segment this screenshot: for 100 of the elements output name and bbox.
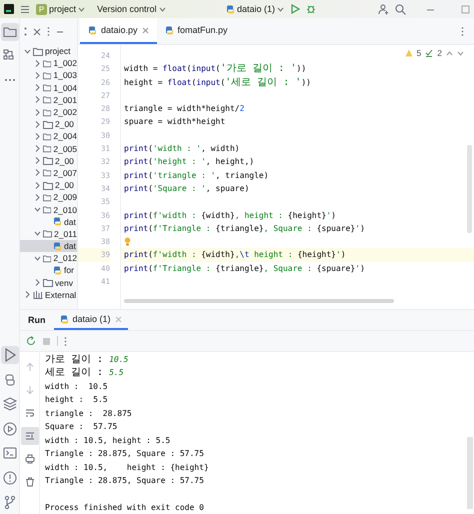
folder-icon [43,278,53,288]
code-line: triangle = width*height/2 [123,103,246,116]
editor-tab[interactable]: dataio.py [80,18,157,44]
chevron-down-icon[interactable] [34,205,41,214]
exit-message: Process finished with exit code 0 [45,502,205,514]
tree-item[interactable]: 2_002 [20,106,77,118]
bug-icon[interactable] [306,4,316,14]
chevron-right-icon[interactable] [34,156,41,166]
output-line: Square : 57.75 [45,421,118,434]
chevron-right-icon[interactable] [34,144,41,154]
tree-item[interactable]: 2_00 [20,154,77,167]
chevron-down-icon[interactable] [457,50,464,56]
editor-tab[interactable]: fomatFun.py [156,18,236,44]
python-file-icon [53,266,62,275]
scrollbar[interactable] [124,299,394,303]
chevron-right-icon[interactable] [34,83,41,92]
tree-item[interactable]: 2_005 [20,142,77,155]
chevron-up-icon[interactable] [446,50,453,56]
chevron-right-icon[interactable] [34,95,41,104]
run-config-selector[interactable]: dataio (1) [226,4,284,14]
collapse-icon[interactable] [33,28,41,36]
check-count[interactable]: 2 [437,48,442,58]
chevron-right-icon[interactable] [34,168,41,178]
tree-item[interactable]: 1_003 [20,69,77,82]
rerun-icon[interactable] [26,336,36,346]
code-line: height = float(input('세로 길이 : ')) [123,76,312,89]
options-icon[interactable] [47,27,50,36]
python-file-icon [53,242,62,251]
tree-item[interactable]: 1_004 [20,82,77,94]
code-line: print('triangle : ', triangle) [123,170,270,182]
tree-item[interactable]: 2_009 [20,191,77,204]
tree-item[interactable]: project [20,45,77,58]
tree-item[interactable]: venv [20,276,77,289]
chevron-down-icon[interactable] [34,229,41,238]
folder-icon [43,229,52,238]
chevron-right-icon[interactable] [34,58,41,68]
chevron-right-icon[interactable] [34,132,41,141]
scroll-end-icon[interactable] [20,427,38,445]
code-line: width = float(input('가로 길이 : ')) [123,62,308,76]
code-line: print(f'width : {width}, height : {height}') [123,210,337,222]
menu-icon[interactable] [20,4,30,14]
output-line: Triangle : 28.875, Square : 57.75 [45,474,205,487]
folder-icon[interactable] [0,23,18,41]
output-line: height : 5.5 [45,394,109,406]
app-logo-icon [4,4,14,14]
run-icon[interactable] [290,4,300,14]
output-line: 세로 길이 : 5.5 [45,366,125,380]
tree-item[interactable]: 2_010 [20,203,77,216]
library-icon [33,290,43,300]
tree-item[interactable]: 2_00 [20,118,77,130]
scrollbar[interactable] [467,145,472,233]
vcs-selector[interactable]: Version control [97,4,166,14]
output-line: width : 10.5, height : {height} [45,462,210,474]
run-icon[interactable] [0,346,18,364]
python-file-icon [53,217,62,226]
tree-item[interactable]: 2_012 [20,252,77,264]
panel-title: Run [28,315,46,325]
tree-item[interactable]: dat [20,240,77,252]
scrollbar[interactable] [467,437,473,509]
tree-item[interactable]: dat [20,216,77,228]
python-icon [226,4,235,14]
output-line: Triangle : 28.875, Square : 57.75 [45,448,205,460]
chevron-right-icon[interactable] [24,290,31,300]
run-tab[interactable]: dataio (1) [54,310,128,330]
layers-icon[interactable] [0,395,18,413]
tree-item[interactable]: 2_011 [20,228,77,240]
code-line: print('width : ', width) [123,143,241,156]
tree-item[interactable]: 1_002 [20,57,77,70]
chevron-right-icon[interactable] [34,70,41,80]
check-icon[interactable] [425,49,434,57]
more-icon[interactable] [64,336,67,346]
code-line: print(f'Triangle : {triangle}, Square : {spuare}') [123,222,366,235]
chevron-right-icon[interactable] [34,180,41,190]
tree-item[interactable]: 2_00 [20,179,77,192]
project-badge: P [36,4,47,14]
chevron-right-icon[interactable] [34,120,41,129]
chevron-right-icon[interactable] [34,192,41,202]
more-icon[interactable] [461,26,464,36]
lightbulb-icon[interactable] [124,237,131,246]
code-line: spuare = width*height [123,116,226,128]
play-circle-icon[interactable] [0,420,18,438]
python-icon [88,26,97,34]
tree-item[interactable]: 2_007 [20,166,77,180]
folder-icon [43,254,52,263]
warning-count[interactable]: 5 [416,48,422,58]
code-line: print('Square : ', spuare) [123,182,250,195]
tree-item[interactable]: External [20,288,77,301]
search-icon[interactable] [395,4,406,14]
tree-item[interactable]: for [20,264,77,277]
tree-item[interactable]: 2_001 [20,94,77,106]
more-icon[interactable] [24,27,27,36]
tree-item[interactable]: 2_004 [20,130,77,142]
close-icon[interactable] [142,26,149,34]
project-selector[interactable]: P project [36,4,86,14]
output-line: width : 10.5 [45,380,109,393]
chevron-right-icon[interactable] [34,108,41,117]
warning-circle-icon[interactable] [0,468,18,486]
add-user-icon[interactable] [378,4,389,14]
code-line: print('height : ', height,) [123,156,256,168]
chevron-right-icon[interactable] [34,278,41,288]
